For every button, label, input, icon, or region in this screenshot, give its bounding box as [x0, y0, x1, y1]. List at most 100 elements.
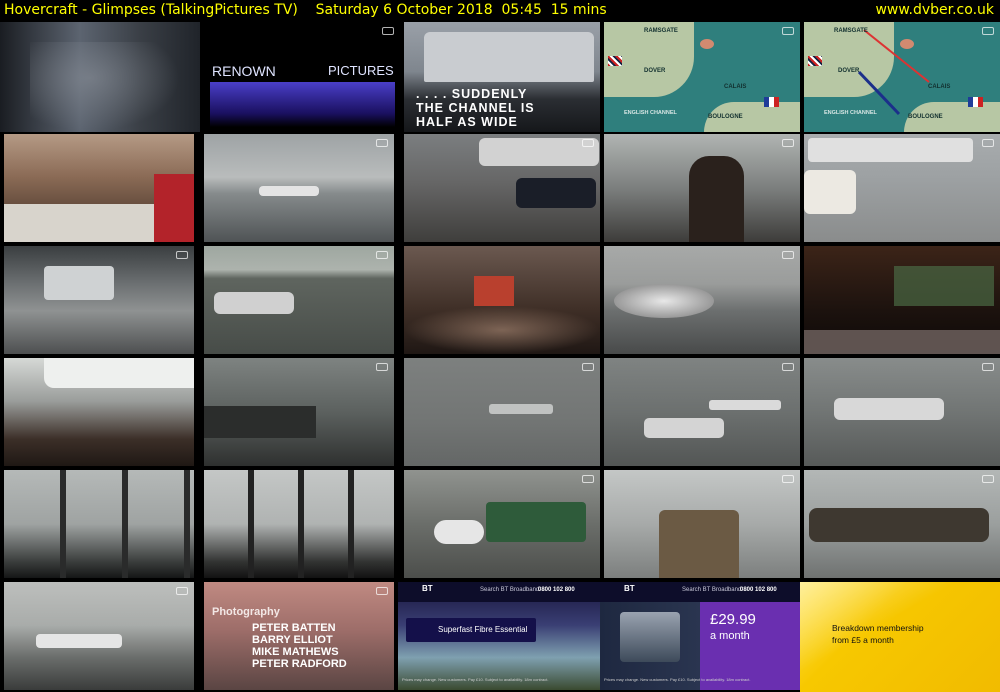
thumbnail-craft-spray[interactable]: [804, 358, 1000, 466]
ad-search-label: Search BT Broadband: [480, 587, 540, 593]
programme-title: Hovercraft - Glimpses (TalkingPictures T…: [4, 2, 607, 18]
hovercraft-shape: [214, 292, 294, 314]
channel-badge-icon: [582, 475, 594, 483]
map-dover: DOVER: [644, 68, 666, 74]
car-shape: [516, 178, 596, 208]
channel-badge-icon: [982, 363, 994, 371]
tank-shape: [434, 520, 484, 544]
balloon-icon: [700, 39, 714, 49]
thumbnail-renown-title[interactable]: RENOWN PICTURES: [200, 22, 400, 132]
bt-logo: BT: [624, 584, 635, 593]
figure-red: [474, 276, 514, 306]
thumbnail-spray[interactable]: [604, 246, 800, 354]
thumbnail-fuel-truck[interactable]: [404, 470, 600, 578]
crowd-shape: [404, 306, 600, 354]
fin-shape: [659, 510, 739, 578]
ad-phone: 0800 102 800: [538, 587, 575, 593]
ad-fine-print: Prices may change. New customers. Pay £1…: [604, 677, 751, 682]
thumbnail-ticket-desk[interactable]: [4, 134, 194, 242]
ad-phone: 0800 102 800: [740, 587, 777, 593]
hovercraft-shape: [808, 138, 973, 162]
channel-badge-icon: [382, 27, 394, 35]
channel-badge-icon: [376, 587, 388, 595]
channel-badge-icon: [376, 251, 388, 259]
map-dover: DOVER: [838, 68, 860, 74]
thumbnail-sea-distant[interactable]: [404, 358, 600, 466]
promo-sheen: [800, 582, 1000, 692]
map-boulogne: BOULOGNE: [708, 114, 743, 120]
uk-flag-icon: [808, 56, 822, 66]
thumbnail-car-deck[interactable]: [4, 246, 194, 354]
thumbnail-harbour[interactable]: [4, 582, 194, 690]
thumbnail-window-view[interactable]: [4, 470, 194, 578]
map-ramsgate: RAMSGATE: [834, 28, 868, 34]
hovercraft-shape: [36, 634, 122, 648]
thumbnail-passengers[interactable]: [404, 246, 600, 354]
ramp-grille: [204, 406, 316, 438]
thumbnail-two-craft[interactable]: [604, 358, 800, 466]
thumbnail-car-park[interactable]: [804, 134, 1000, 242]
thumbnail-boarding[interactable]: [4, 358, 194, 466]
thumbnail-hovercraft-sea[interactable]: [204, 246, 394, 354]
hovercraft-shape: [834, 398, 944, 420]
credit-name-1: PETER BATTEN: [252, 622, 336, 634]
france-flag-icon: [968, 97, 983, 107]
france-flag-icon: [764, 97, 779, 107]
suddenly-caption: . . . . SUDDENLY THE CHANNEL IS HALF AS …: [416, 87, 535, 129]
hovercraft-shape: [489, 404, 553, 414]
thumbnail-suddenly[interactable]: . . . . SUDDENLY THE CHANNEL IS HALF AS …: [404, 22, 600, 132]
ad-search-label: Search BT Broadband: [682, 587, 742, 593]
thumbnail-map-1[interactable]: RAMSGATE DOVER CALAIS BOULOGNE ENGLISH C…: [604, 22, 800, 132]
thumbnail-credits[interactable]: Photography PETER BATTEN BARRY ELLIOT MI…: [204, 582, 394, 690]
hovercraft-shape: [809, 508, 989, 542]
ad-per-month: a month: [710, 630, 750, 642]
channel-badge-icon: [582, 363, 594, 371]
channel-badge-icon: [782, 251, 794, 259]
thumbnail-map-2[interactable]: RAMSGATE DOVER CALAIS BOULOGNE ENGLISH C…: [804, 22, 1000, 132]
thumbnail-hovercraft-beach[interactable]: [204, 134, 394, 242]
credit-name-4: PETER RADFORD: [252, 658, 347, 670]
car-shape: [804, 170, 856, 214]
crowd-shape: [30, 42, 180, 132]
map-channel: ENGLISH CHANNEL: [824, 110, 877, 116]
thumbnail-bt-ad-1[interactable]: BT Search BT Broadband 0800 102 800 Supe…: [398, 582, 600, 690]
window-frame: [4, 470, 194, 578]
map-calais: CALAIS: [928, 84, 951, 90]
credit-name-3: MIKE MATHEWS: [252, 646, 339, 658]
ad-price: £29.99: [710, 611, 756, 628]
balloon-icon: [900, 39, 914, 49]
channel-badge-icon: [782, 27, 794, 35]
hovercraft-shape: [479, 138, 599, 166]
channel-badge-icon: [782, 139, 794, 147]
ad-product: Superfast Fibre Essential: [438, 625, 528, 634]
thumbnail-window-view-2[interactable]: [204, 470, 394, 578]
truck-shape: [486, 502, 586, 542]
renown-word: RENOWN: [212, 63, 276, 79]
promo-line-2: from £5 a month: [832, 635, 894, 645]
site-link[interactable]: www.dvber.co.uk: [875, 0, 994, 20]
channel-badge-icon: [176, 251, 188, 259]
thumbnail-crowd[interactable]: [0, 22, 200, 132]
thumbnail-craft-land[interactable]: [804, 470, 1000, 578]
figure-red: [154, 174, 194, 242]
channel-badge-icon: [376, 363, 388, 371]
pictures-word: PICTURES: [328, 63, 394, 78]
spray-shape: [614, 284, 714, 318]
hull-shape: [44, 358, 194, 388]
thumbnail-terminal-cars[interactable]: [404, 134, 600, 242]
thumbnail-propeller[interactable]: [604, 470, 800, 578]
promo-line-1: Breakdown membership: [832, 623, 924, 633]
thumbnail-bt-ad-2[interactable]: BT Search BT Broadband 0800 102 800 £29.…: [600, 582, 800, 690]
thumbnail-ramp[interactable]: [204, 358, 394, 466]
thumbnail-lounge[interactable]: [804, 246, 1000, 354]
channel-badge-icon: [782, 363, 794, 371]
uk-flag-icon: [608, 56, 622, 66]
map-boulogne: BOULOGNE: [908, 114, 943, 120]
map-channel: ENGLISH CHANNEL: [624, 110, 677, 116]
thumbnail-man-car[interactable]: [604, 134, 800, 242]
floor-shape: [804, 330, 1000, 354]
ad-fine-print: Prices may change. New customers. Pay £1…: [402, 677, 549, 682]
thumbnail-breakdown-promo[interactable]: Breakdown membership from £5 a month: [800, 582, 1000, 692]
credits-heading: Photography: [212, 606, 280, 618]
channel-badge-icon: [982, 139, 994, 147]
